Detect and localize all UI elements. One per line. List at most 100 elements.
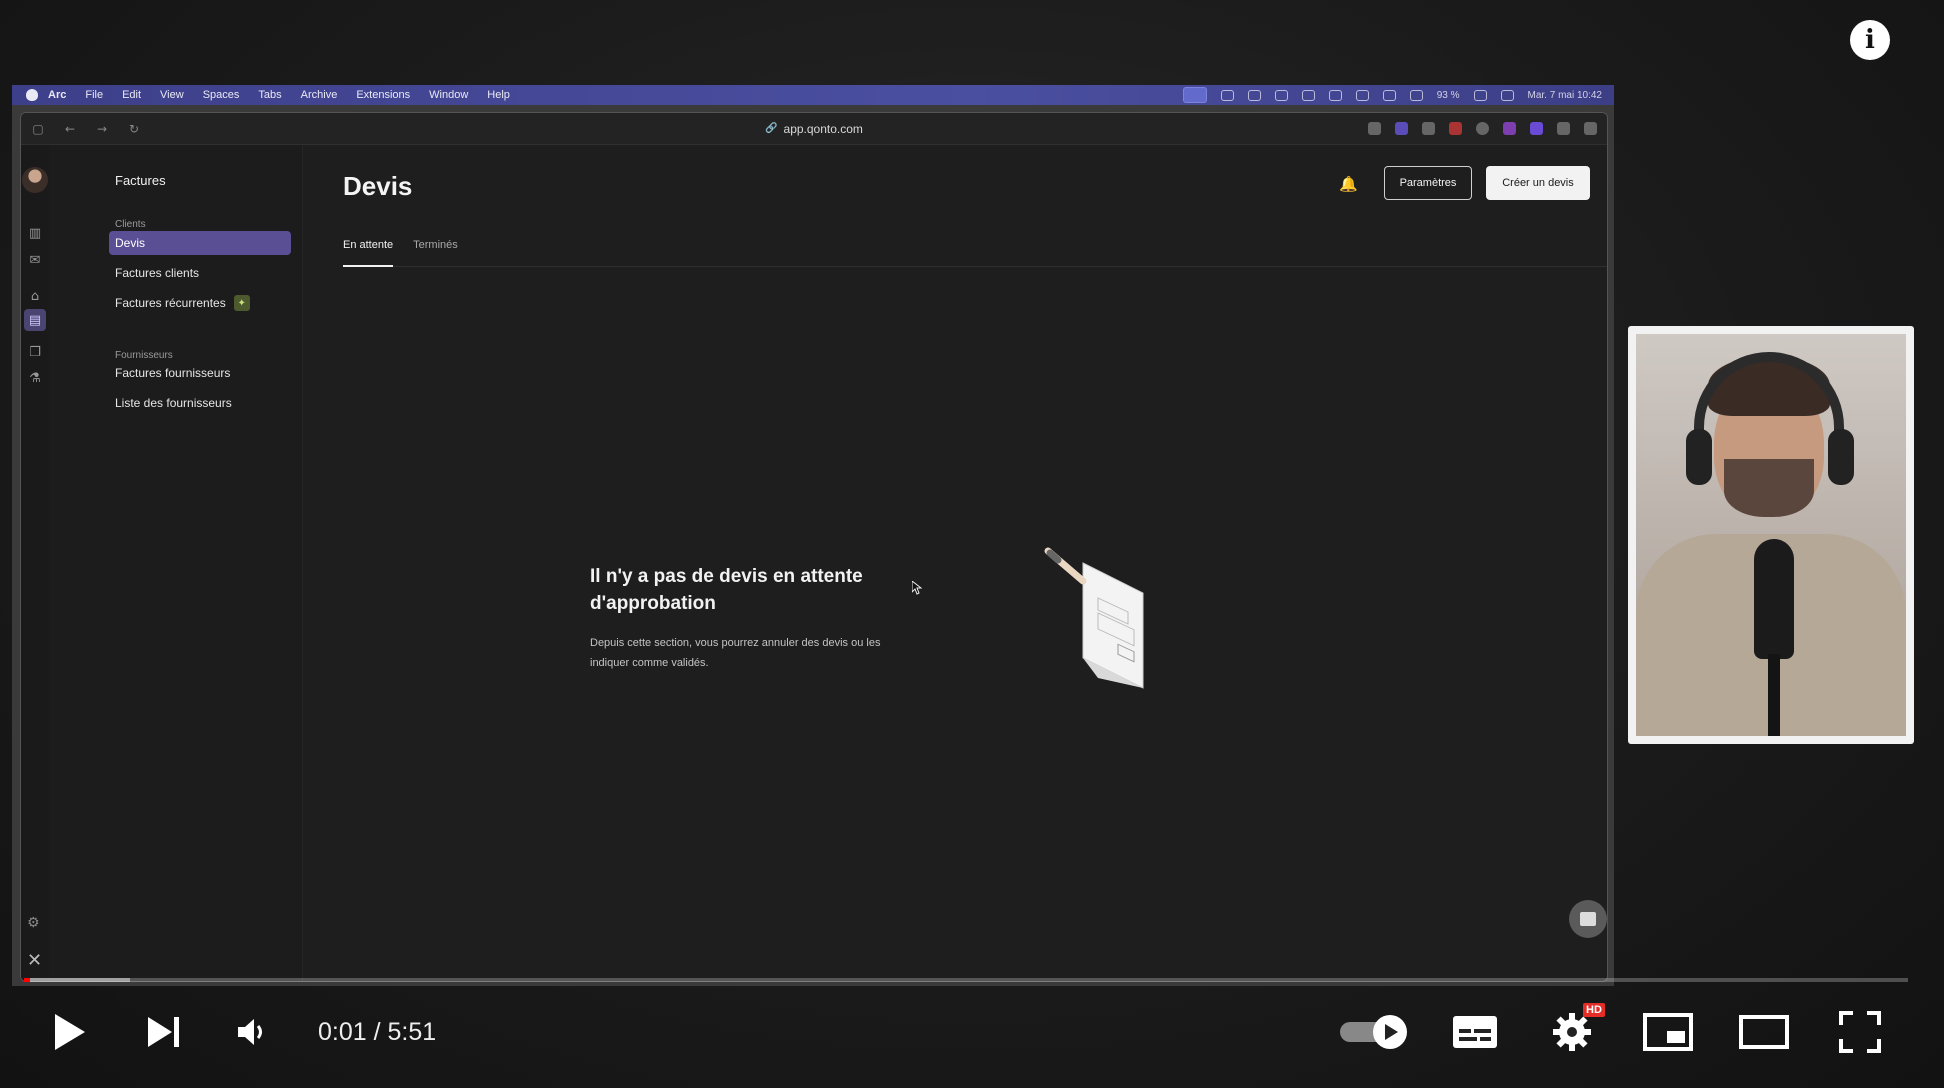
- documents-icon: ❐: [29, 344, 41, 360]
- volume-button[interactable]: [228, 1008, 276, 1056]
- icon-rail: ▥ ✉ ⌂ ▤ ❐ ⚗ ⚙ ✕: [21, 145, 49, 981]
- sidebar-item-factures-clients: Factures clients: [109, 261, 291, 285]
- headphone-cup: [1686, 429, 1712, 485]
- menubar-app-name: Arc: [48, 89, 67, 101]
- mouse-cursor-icon: [912, 581, 922, 595]
- apple-icon: [26, 89, 38, 101]
- next-button[interactable]: [140, 1008, 188, 1056]
- chat-icon: [1580, 912, 1596, 926]
- progress-buffered: [24, 978, 130, 982]
- avatar: [22, 167, 48, 193]
- menubar-datetime: Mar. 7 mai 10:42: [1527, 89, 1602, 101]
- miniplayer-icon: [1643, 1013, 1693, 1051]
- subtitles-button[interactable]: [1450, 1008, 1500, 1056]
- time-display: 0:01 / 5:51: [318, 1018, 436, 1047]
- volume-icon: [238, 1019, 262, 1045]
- clock-icon: [1355, 89, 1369, 101]
- extension-icon: [1476, 122, 1489, 135]
- webcam-video: [1636, 334, 1906, 736]
- gear-icon: [1553, 1013, 1591, 1051]
- play-icon: [55, 1014, 85, 1050]
- main-content: Devis 🔔 Paramètres Créer un devis En att…: [303, 145, 1607, 981]
- page-title: Devis: [343, 171, 413, 201]
- sidebar-item-factures-recurrentes: Factures récurrentes ✦: [109, 291, 291, 315]
- theater-icon: [1739, 1015, 1789, 1049]
- forward-icon: →: [96, 121, 108, 136]
- split-view-icon: [1584, 122, 1597, 135]
- wifi-icon: [1473, 89, 1487, 101]
- time-separator: /: [373, 1018, 381, 1046]
- webcam-overlay: [1628, 326, 1914, 744]
- sidebar-item-label: Liste des fournisseurs: [115, 396, 232, 410]
- tab-termines: Terminés: [413, 239, 458, 251]
- menu-file: File: [85, 89, 104, 101]
- sidebar-section-suppliers: Fournisseurs: [115, 350, 173, 361]
- screen-recording: Arc File Edit View Spaces Tabs Archive E…: [12, 85, 1614, 986]
- reload-icon: ↻: [128, 121, 140, 136]
- volume-icon: [1382, 89, 1396, 101]
- close-icon: ✕: [27, 950, 43, 971]
- play-button[interactable]: [46, 1008, 94, 1056]
- keyboard-icon: [1409, 89, 1423, 101]
- menu-tabs: Tabs: [258, 89, 282, 101]
- gear-icon: ⚙: [27, 915, 40, 931]
- status-icon: [1220, 89, 1234, 101]
- notification-bell-icon: 🔔: [1339, 175, 1358, 193]
- sidebar-section-clients: Clients: [115, 219, 146, 230]
- sidebar: Factures Clients Devis Factures clients …: [49, 145, 303, 981]
- progress-bar[interactable]: [24, 978, 1908, 982]
- empty-state-description: Depuis cette section, vous pourrez annul…: [590, 637, 881, 669]
- bluetooth-icon: [1301, 89, 1315, 101]
- sidebar-item-liste-fournisseurs: Liste des fournisseurs: [109, 391, 291, 415]
- sidebar-item-factures-fournisseurs: Factures fournisseurs: [109, 361, 291, 385]
- status-icon: [1274, 89, 1288, 101]
- sidebar-title: Factures: [115, 173, 166, 188]
- menu-view: View: [160, 89, 184, 101]
- menu-help: Help: [487, 89, 510, 101]
- theater-mode-button[interactable]: [1738, 1008, 1790, 1056]
- next-icon: [148, 1017, 179, 1047]
- browser-window: ▢ ← → ↻ 🔗 app.qonto.com ▥ ✉ ⌂ ▤ ❐ ⚗ ⚙ ✕ …: [20, 112, 1608, 982]
- link-icon: 🔗: [765, 123, 778, 134]
- battery-percent: 93 %: [1436, 89, 1460, 101]
- miniplayer-button[interactable]: [1642, 1008, 1694, 1056]
- fullscreen-button[interactable]: [1836, 1008, 1884, 1056]
- autoplay-icon: [1340, 1015, 1407, 1049]
- settings-button: Paramètres: [1384, 166, 1472, 200]
- fullscreen-icon: [1839, 1011, 1881, 1053]
- extension-icon: [1422, 122, 1435, 135]
- extension-icon: [1449, 122, 1462, 135]
- extension-icon: [1368, 122, 1381, 135]
- autoplay-toggle[interactable]: [1338, 1008, 1410, 1056]
- sparkle-icon: ✦: [233, 295, 250, 311]
- invoice-icon: ▤: [24, 309, 46, 331]
- screen-record-icon: [1182, 87, 1207, 103]
- extension-icon: [1530, 122, 1543, 135]
- current-time: 0:01: [318, 1018, 367, 1046]
- chart-icon: ▥: [28, 225, 42, 241]
- microphone: [1754, 539, 1794, 659]
- headphones: [1694, 352, 1844, 462]
- document-illustration: [1044, 547, 1144, 689]
- hd-badge: HD: [1583, 1003, 1605, 1017]
- menu-extensions: Extensions: [356, 89, 411, 101]
- progress-played[interactable]: [24, 978, 30, 982]
- bank-icon: ⌂: [30, 288, 40, 304]
- extension-icon: [1395, 122, 1408, 135]
- sidebar-item-devis: Devis: [109, 231, 291, 255]
- menu-spaces: Spaces: [202, 89, 240, 101]
- extension-icon: [1503, 122, 1516, 135]
- back-icon: ←: [64, 121, 76, 136]
- status-icon: [1247, 89, 1261, 101]
- empty-state-title: Il n'y a pas de devis en attente d'appro…: [590, 566, 863, 614]
- browser-toolbar: ▢ ← → ↻ 🔗 app.qonto.com: [21, 113, 1607, 145]
- mac-menubar: Arc File Edit View Spaces Tabs Archive E…: [12, 85, 1614, 105]
- info-icon[interactable]: i: [1850, 20, 1890, 60]
- sidebar-toggle-icon: ▢: [32, 121, 44, 136]
- sidebar-item-label: Factures récurrentes: [115, 296, 226, 310]
- flask-icon: ⚗: [29, 370, 41, 386]
- extensions-bar: [1368, 122, 1597, 135]
- subtitles-icon: [1453, 1016, 1497, 1048]
- tab-en-attente: En attente: [343, 239, 394, 267]
- duration: 5:51: [387, 1018, 437, 1046]
